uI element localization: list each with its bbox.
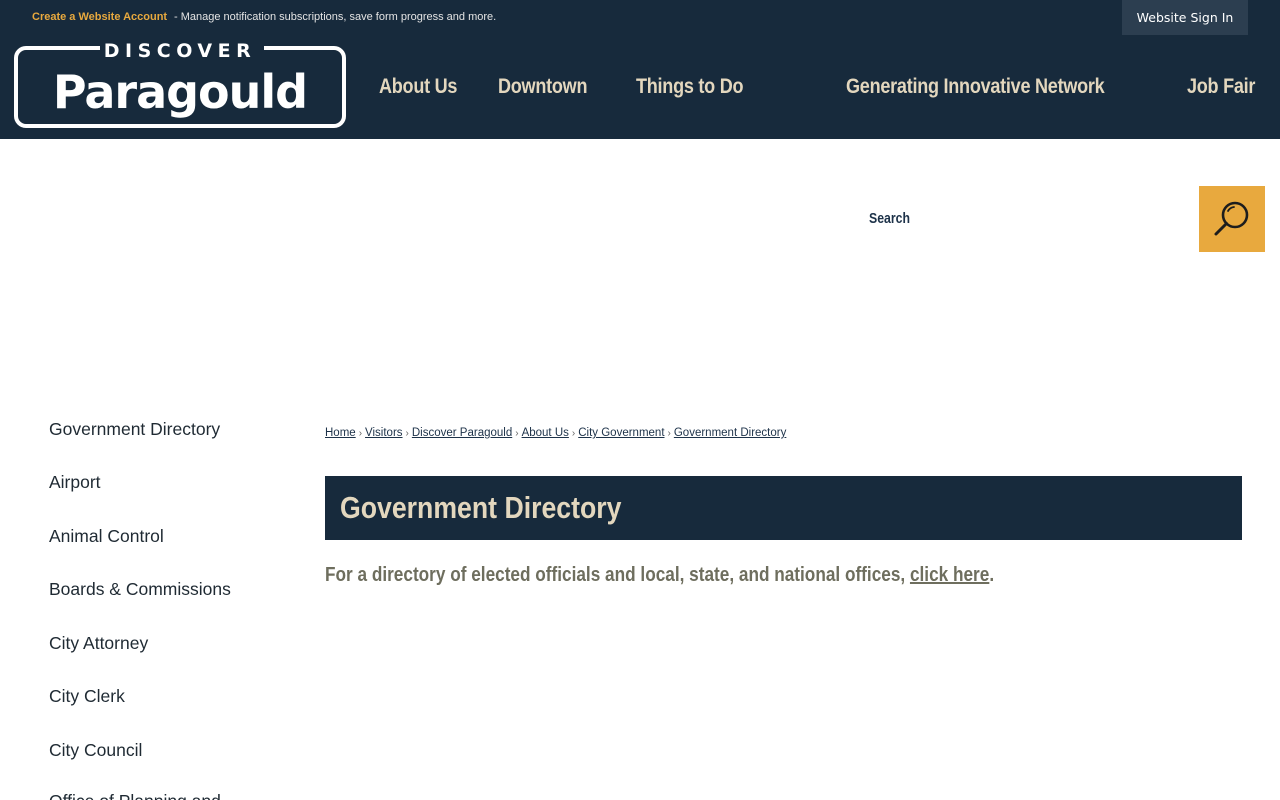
- discover-paragould-logo[interactable]: DISCOVER Paragould: [14, 43, 346, 129]
- nav-downtown[interactable]: Downtown: [498, 75, 587, 99]
- sidebar-item-city-clerk[interactable]: City Clerk: [49, 686, 125, 707]
- logo-paragould-text: Paragould: [53, 65, 307, 119]
- breadcrumb: Home › Visitors › Discover Paragould › About U…: [325, 427, 786, 439]
- breadcrumb-home[interactable]: Home: [325, 427, 356, 439]
- sidebar-item-animal-control[interactable]: Animal Control: [49, 526, 164, 547]
- breadcrumb-separator: ›: [358, 428, 363, 439]
- page-title: Government Directory: [340, 490, 622, 525]
- sidebar-item-city-council[interactable]: City Council: [49, 740, 142, 761]
- sidebar-item-airport[interactable]: Airport: [49, 472, 101, 493]
- breadcrumb-separator: ›: [667, 428, 671, 439]
- nav-generating-innovative-network[interactable]: Generating Innovative Network: [846, 75, 1105, 99]
- sidebar-item-city-attorney[interactable]: City Attorney: [49, 633, 148, 654]
- intro-text: For a directory of elected officials and…: [325, 564, 994, 587]
- nav-job-fair[interactable]: Job Fair: [1187, 75, 1255, 99]
- breadcrumb-separator: ›: [515, 428, 519, 439]
- intro-text-body: For a directory of elected officials and…: [325, 564, 910, 586]
- page-title-bar: Government Directory: [325, 476, 1242, 540]
- breadcrumb-discover-paragould[interactable]: Discover Paragould: [412, 427, 512, 439]
- search-button[interactable]: [1199, 186, 1265, 252]
- search-icon: [1214, 201, 1249, 236]
- search-input[interactable]: Search: [869, 210, 910, 227]
- sidebar-item-government-directory[interactable]: Government Directory: [49, 419, 220, 440]
- site-header: DISCOVER Paragould About Us Downtown Thi…: [0, 35, 1280, 139]
- sidebar-item-office-of-planning[interactable]: Office of Planning and: [49, 791, 221, 800]
- top-utility-bar: Create a Website Account - Manage notifi…: [0, 0, 1280, 35]
- breadcrumb-about-us[interactable]: About Us: [522, 427, 569, 439]
- breadcrumb-government-directory[interactable]: Government Directory: [674, 427, 786, 439]
- breadcrumb-separator: ›: [405, 428, 409, 439]
- website-sign-in-button[interactable]: Website Sign In: [1122, 0, 1248, 35]
- nav-about-us[interactable]: About Us: [379, 75, 457, 99]
- logo-discover-text: DISCOVER: [104, 43, 256, 62]
- sidebar-item-boards-commissions[interactable]: Boards & Commissions: [49, 579, 231, 600]
- click-here-link[interactable]: click here: [910, 564, 989, 586]
- nav-things-to-do[interactable]: Things to Do: [636, 75, 744, 99]
- create-account-link[interactable]: Create a Website Account: [32, 11, 167, 23]
- breadcrumb-city-government[interactable]: City Government: [578, 427, 664, 439]
- breadcrumb-visitors[interactable]: Visitors: [365, 427, 403, 439]
- breadcrumb-separator: ›: [571, 428, 576, 439]
- intro-text-end: .: [989, 564, 995, 586]
- notification-message: - Manage notification subscriptions, sav…: [174, 11, 497, 23]
